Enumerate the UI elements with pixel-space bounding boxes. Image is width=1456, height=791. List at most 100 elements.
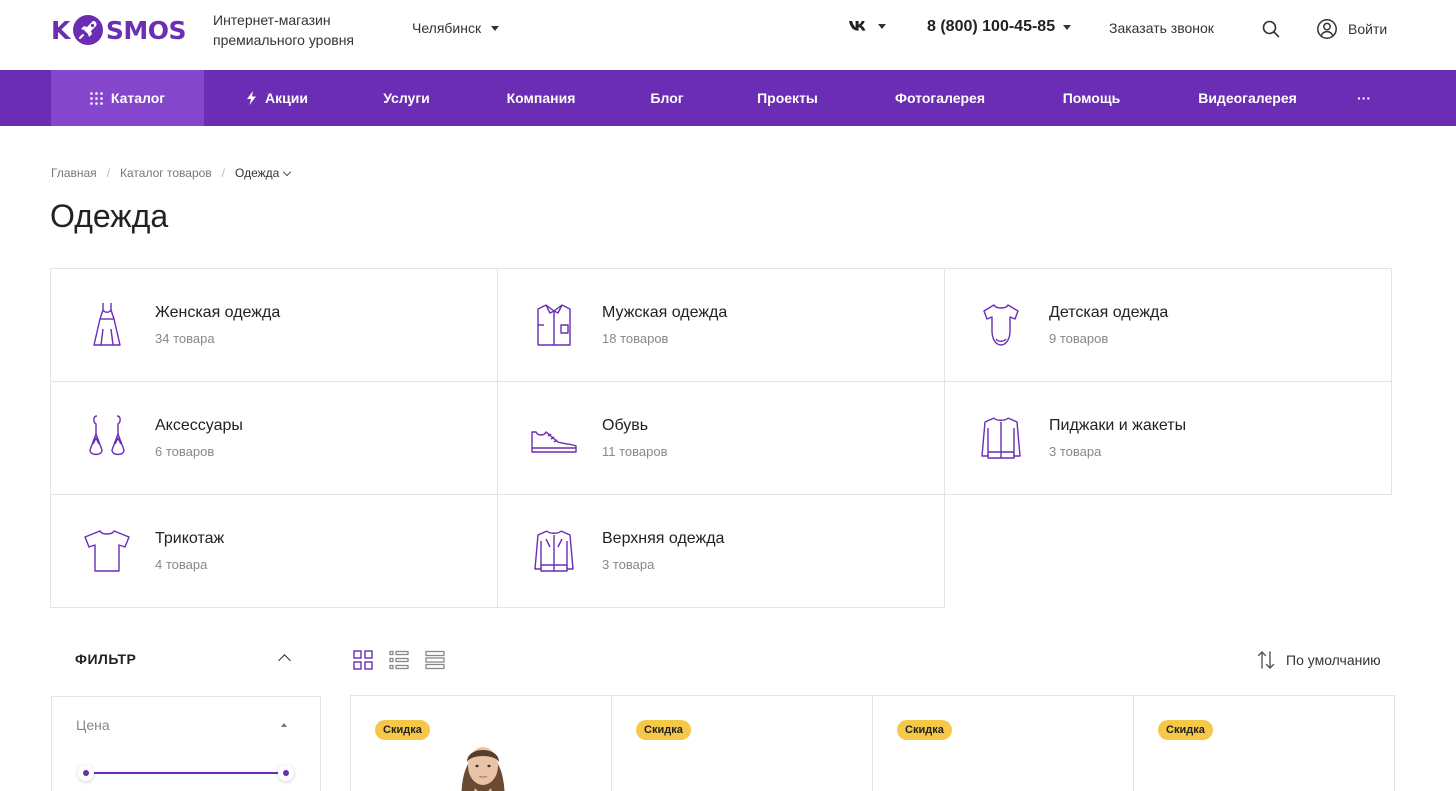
coat-icon	[534, 530, 574, 572]
product-card[interactable]: Скидка	[1133, 695, 1395, 791]
logo[interactable]: K SMOS	[51, 10, 187, 50]
chevron-down-icon	[283, 167, 292, 176]
sort-selector[interactable]: По умолчанию	[1256, 650, 1381, 670]
phone-selector[interactable]: 8 (800) 100-45-85	[927, 18, 1072, 36]
price-label: Цена	[76, 717, 110, 733]
city-label: Челябинск	[412, 20, 482, 36]
login-label: Войти	[1348, 21, 1388, 37]
nav-item-help[interactable]: Помощь	[1020, 70, 1163, 126]
filter-price-panel: Цена	[51, 696, 321, 791]
jacket-icon	[981, 417, 1021, 459]
sort-icon	[1257, 651, 1275, 669]
category-grid: Женская одежда 34 товара Мужская одежда …	[50, 268, 1392, 608]
product-grid: Скидка Скидка Скидка Скидка	[350, 695, 1395, 791]
nav-item-label: Компания	[506, 90, 576, 106]
filter-title: ФИЛЬТР	[75, 651, 137, 667]
category-count: 11 товаров	[602, 444, 668, 459]
breadcrumb-catalog[interactable]: Каталог товаров	[120, 166, 212, 180]
rocket-icon	[72, 15, 103, 45]
nav-item-label: Услуги	[383, 90, 430, 106]
product-card[interactable]: Скидка	[872, 695, 1134, 791]
dress-icon	[93, 303, 121, 346]
nav-more-button[interactable]: ···	[1332, 70, 1396, 126]
caret-up-icon[interactable]	[281, 723, 287, 727]
sneaker-icon	[531, 431, 577, 453]
site-header: K SMOS Интернет-магазин премиального уро…	[0, 0, 1456, 70]
nav-item-company[interactable]: Компания	[463, 70, 619, 126]
category-count: 18 товаров	[602, 331, 669, 346]
price-slider-max-handle[interactable]	[278, 765, 294, 781]
table-view-icon[interactable]	[425, 650, 445, 670]
nav-item-services[interactable]: Услуги	[350, 70, 463, 126]
nav-item-label: Видеогалерея	[1198, 90, 1297, 106]
category-count: 34 товара	[155, 331, 215, 346]
logo-text-right: SMOS	[105, 15, 187, 45]
category-count: 4 товара	[155, 557, 208, 572]
breadcrumb-home[interactable]: Главная	[51, 166, 97, 180]
callback-link[interactable]: Заказать звонок	[1109, 20, 1214, 36]
category-name: Аксессуары	[155, 417, 243, 434]
discount-badge: Скидка	[1158, 720, 1213, 740]
page-title: Одежда	[50, 198, 169, 234]
category-name: Женская одежда	[155, 304, 281, 321]
category-name: Пиджаки и жакеты	[1049, 417, 1187, 434]
category-count: 6 товаров	[155, 444, 215, 459]
category-name: Мужская одежда	[602, 304, 728, 321]
search-icon[interactable]	[1262, 20, 1280, 38]
nav-item-promo[interactable]: Акции	[204, 70, 350, 126]
bodysuit-icon	[983, 304, 1019, 346]
earrings-icon	[89, 415, 125, 456]
breadcrumb-current-label: Одежда	[235, 166, 280, 180]
category-name: Трикотаж	[155, 530, 225, 547]
category-card[interactable]: Трикотаж 4 товара	[50, 494, 498, 608]
main-nav: Каталог Акции Услуги Компания Блог Проек…	[0, 70, 1456, 126]
nav-item-blog[interactable]: Блог	[619, 70, 715, 126]
category-card[interactable]: Аксессуары 6 товаров	[50, 381, 498, 495]
price-slider-min-handle[interactable]	[78, 765, 94, 781]
city-selector[interactable]: Челябинск	[412, 20, 500, 36]
phone-number: 8 (800) 100-45-85	[927, 18, 1056, 35]
social-selector[interactable]	[848, 20, 886, 32]
category-name: Обувь	[602, 417, 649, 434]
caret-down-icon	[491, 25, 500, 31]
user-icon	[1317, 19, 1337, 39]
sort-label: По умолчанию	[1286, 652, 1381, 668]
nav-item-label: Фотогалерея	[895, 90, 985, 106]
nav-item-label: Акции	[265, 90, 308, 106]
category-count: 3 товара	[1049, 444, 1102, 459]
category-card[interactable]: Мужская одежда 18 товаров	[497, 268, 945, 382]
nav-item-photogallery[interactable]: Фотогалерея	[860, 70, 1020, 126]
lightning-icon	[247, 91, 257, 105]
breadcrumb: Главная / Каталог товаров / Одежда	[51, 166, 292, 180]
discount-badge: Скидка	[636, 720, 691, 740]
more-icon: ···	[1357, 90, 1371, 106]
category-card[interactable]: Пиджаки и жакеты 3 товара	[944, 381, 1392, 495]
vk-icon	[849, 21, 866, 31]
nav-item-label: Помощь	[1062, 90, 1121, 106]
price-slider-track[interactable]	[86, 772, 286, 774]
breadcrumb-current[interactable]: Одежда	[235, 166, 292, 180]
nav-item-projects[interactable]: Проекты	[715, 70, 860, 126]
list-view-icon[interactable]	[389, 650, 409, 670]
login-button[interactable]: Войти	[1316, 18, 1387, 40]
category-name: Верхняя одежда	[602, 530, 725, 547]
caret-down-icon	[1063, 24, 1072, 30]
category-card[interactable]: Женская одежда 34 товара	[50, 268, 498, 382]
product-photo	[461, 747, 505, 791]
category-card[interactable]: Обувь 11 товаров	[497, 381, 945, 495]
discount-badge: Скидка	[897, 720, 952, 740]
category-name: Детская одежда	[1049, 304, 1169, 321]
category-card[interactable]: Детская одежда 9 товаров	[944, 268, 1392, 382]
nav-item-catalog[interactable]: Каталог	[51, 70, 204, 126]
category-card[interactable]: Верхняя одежда 3 товара	[497, 494, 945, 608]
nav-item-videogallery[interactable]: Видеогалерея	[1163, 70, 1332, 126]
grid-dots-icon	[90, 91, 103, 105]
discount-badge: Скидка	[375, 720, 430, 740]
product-card[interactable]: Скидка	[611, 695, 873, 791]
category-count: 9 товаров	[1049, 331, 1109, 346]
logo-text-left: K	[51, 15, 70, 45]
grid-view-icon[interactable]	[353, 650, 373, 670]
breadcrumb-separator: /	[106, 166, 111, 180]
chevron-up-icon[interactable]	[278, 654, 291, 667]
product-card[interactable]: Скидка	[350, 695, 612, 791]
